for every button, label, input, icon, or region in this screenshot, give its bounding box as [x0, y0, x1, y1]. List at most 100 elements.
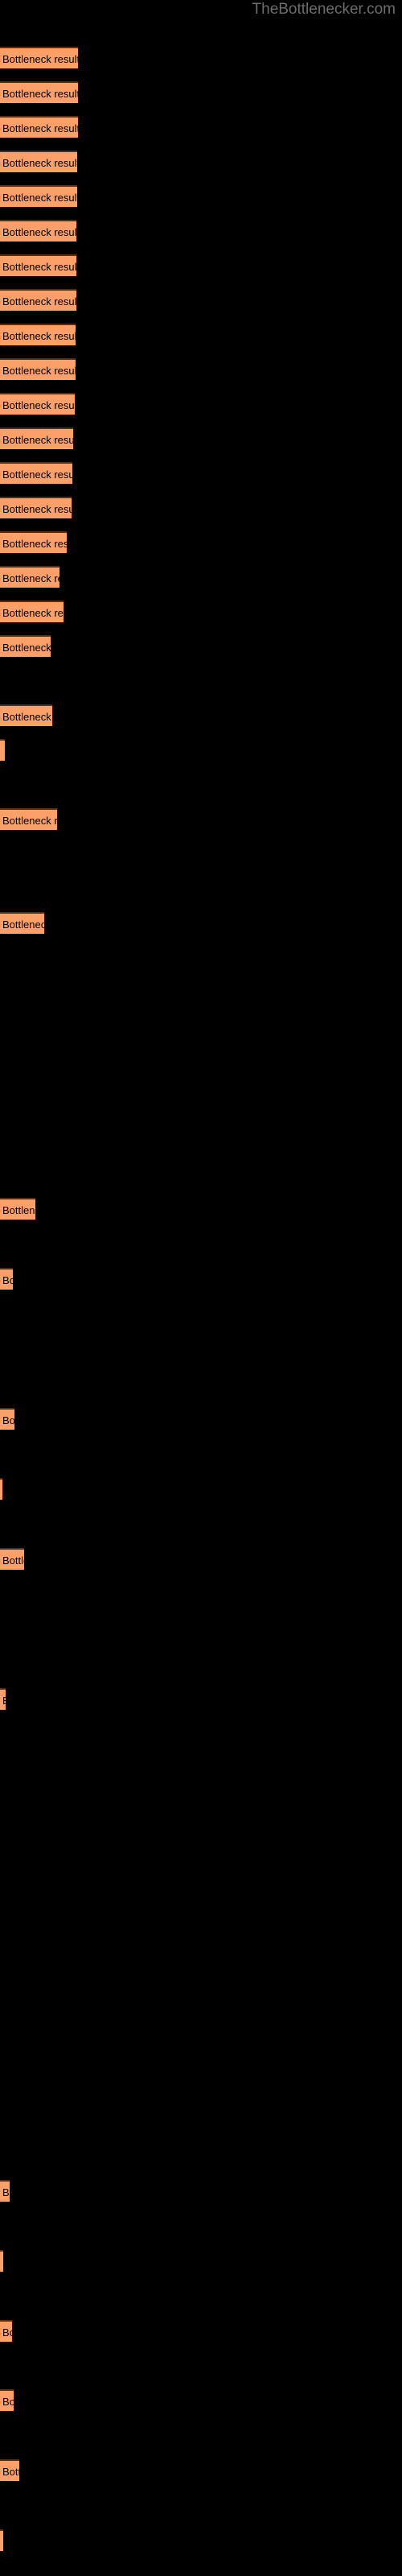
bar-row [0, 843, 402, 877]
bar-row [0, 1604, 402, 1639]
bar[interactable]: Bottleneck result [0, 566, 59, 588]
bar-label: Bottleneck result [2, 434, 73, 446]
bar-row [0, 1985, 402, 2020]
bar-row [0, 1812, 402, 1847]
bar[interactable] [0, 1478, 2, 1500]
bar[interactable]: Bottleneck result [0, 427, 73, 449]
bar-label: Bottleneck result [2, 1414, 14, 1426]
bar-row: Bottleneck result [0, 2459, 402, 2494]
bar-row: Bottleneck result [0, 81, 402, 116]
bar[interactable]: Bottleneck result [0, 2459, 19, 2481]
bar[interactable]: Bottleneck result [0, 81, 78, 103]
bar[interactable]: Bottleneck result [0, 704, 52, 726]
bar-label: Bottleneck result [2, 122, 78, 134]
bar-row [0, 2020, 402, 2054]
bar-label: Bottleneck result [2, 157, 77, 169]
bar[interactable]: Bottleneck result [0, 1408, 14, 1430]
bar-label: Bottleneck result [2, 53, 78, 65]
bar-row [0, 1362, 402, 1397]
bar-row [0, 1847, 402, 1881]
bar[interactable]: Bottleneck result [0, 116, 78, 138]
bar-row [0, 877, 402, 912]
bar-row [0, 1327, 402, 1362]
bar-label: Bottleneck result [2, 538, 67, 550]
bar[interactable]: Bottleneck result [0, 151, 77, 172]
bar-row: Bottleneck result [0, 2389, 402, 2424]
bar-row: Bottleneck result [0, 1688, 402, 1723]
bar-row [0, 2250, 402, 2285]
bar-row: Bottleneck result [0, 2180, 402, 2215]
bar[interactable]: Bottleneck result [0, 1548, 24, 1570]
bar[interactable]: Bottleneck result [0, 2389, 14, 2411]
bar-label: Bottleneck result [2, 1693, 6, 1709]
bar[interactable]: Bottleneck result [0, 185, 77, 207]
bar-row [0, 774, 402, 808]
bar-label: Bottleneck result [2, 88, 78, 100]
bar[interactable]: Bottleneck result [0, 358, 76, 380]
bar-row [0, 981, 402, 1016]
bar-row: Bottleneck result [0, 220, 402, 254]
bar-row: Bottleneck result [0, 116, 402, 151]
bar-chart-plot-area: Bottleneck result Bottleneck result Bottle… [0, 0, 402, 2576]
bar-label: Bottleneck result [2, 919, 44, 931]
bar-row: Bottleneck result [0, 358, 402, 393]
bar-row: Bottleneck result [0, 635, 402, 670]
bar-row: Bottleneck result [0, 601, 402, 635]
bar[interactable]: Bottleneck result [0, 497, 72, 518]
bar-row [0, 2285, 402, 2319]
bar[interactable]: Bottleneck result [0, 2180, 10, 2202]
bar-row: Bottleneck result [0, 151, 402, 185]
bar-label: Bottleneck result [2, 192, 77, 204]
bar-row: Bottleneck result [0, 2320, 402, 2355]
bar-row: Bottleneck result [0, 324, 402, 358]
bar[interactable]: Bottleneck result [0, 808, 57, 830]
bar-label: Bottleneck result [2, 2466, 19, 2478]
bar-row [0, 1120, 402, 1154]
bar-label: Bottleneck result [2, 2186, 10, 2198]
bar[interactable]: Bottleneck result [0, 1688, 6, 1710]
bar-row: Bottleneck result [0, 254, 402, 289]
bar-label: Bottleneck result [2, 1554, 24, 1567]
bar[interactable] [0, 739, 5, 761]
bar[interactable]: Bottleneck result [0, 912, 44, 934]
bar[interactable]: Bottleneck result [0, 2320, 12, 2342]
bar-row: Bottleneck result [0, 1548, 402, 1583]
bar[interactable]: Bottleneck result [0, 289, 76, 311]
bar-row [0, 2529, 402, 2564]
bar-row [0, 739, 402, 774]
bar[interactable]: Bottleneck result [0, 462, 72, 484]
bar[interactable]: Bottleneck result [0, 635, 51, 657]
bar[interactable]: Bottleneck result [0, 324, 76, 345]
bar[interactable]: Bottleneck result [0, 531, 67, 553]
bar-label: Bottleneck result [2, 399, 75, 411]
bar-row [0, 2089, 402, 2124]
bar-row [0, 1881, 402, 1916]
bar-label: Bottleneck result [2, 295, 76, 308]
bar[interactable]: Bottleneck result [0, 254, 76, 276]
bar[interactable]: Bottleneck result [0, 601, 64, 622]
bar-label: Bottleneck result [2, 711, 52, 723]
bar[interactable]: Bottleneck result [0, 47, 78, 68]
bar[interactable]: Bottleneck result [0, 393, 75, 415]
bar-label: Bottleneck result [2, 330, 76, 342]
bar-row: Bottleneck result [0, 531, 402, 566]
bar[interactable]: Bottleneck result [0, 220, 76, 242]
bar-row: Bottleneck result [0, 289, 402, 324]
bar[interactable] [0, 2529, 3, 2551]
bar-row: Bottleneck result [0, 566, 402, 601]
bar-label: Bottleneck result [2, 226, 76, 238]
bar-row [0, 1743, 402, 1777]
bar[interactable]: Bottleneck result [0, 1198, 35, 1220]
bar-row [0, 1951, 402, 1985]
bar-row: Bottleneck result [0, 704, 402, 739]
bar-label: Bottleneck result [2, 503, 72, 515]
bar[interactable] [0, 2250, 3, 2272]
bar-row [0, 1085, 402, 1120]
bar-label: Bottleneck result [2, 365, 76, 377]
bar-row [0, 1478, 402, 1513]
bar-row: Bottleneck result [0, 185, 402, 220]
bar-row [0, 947, 402, 981]
bar-row [0, 670, 402, 704]
bar-row [0, 2355, 402, 2389]
bar[interactable]: Bottleneck result [0, 1268, 13, 1290]
